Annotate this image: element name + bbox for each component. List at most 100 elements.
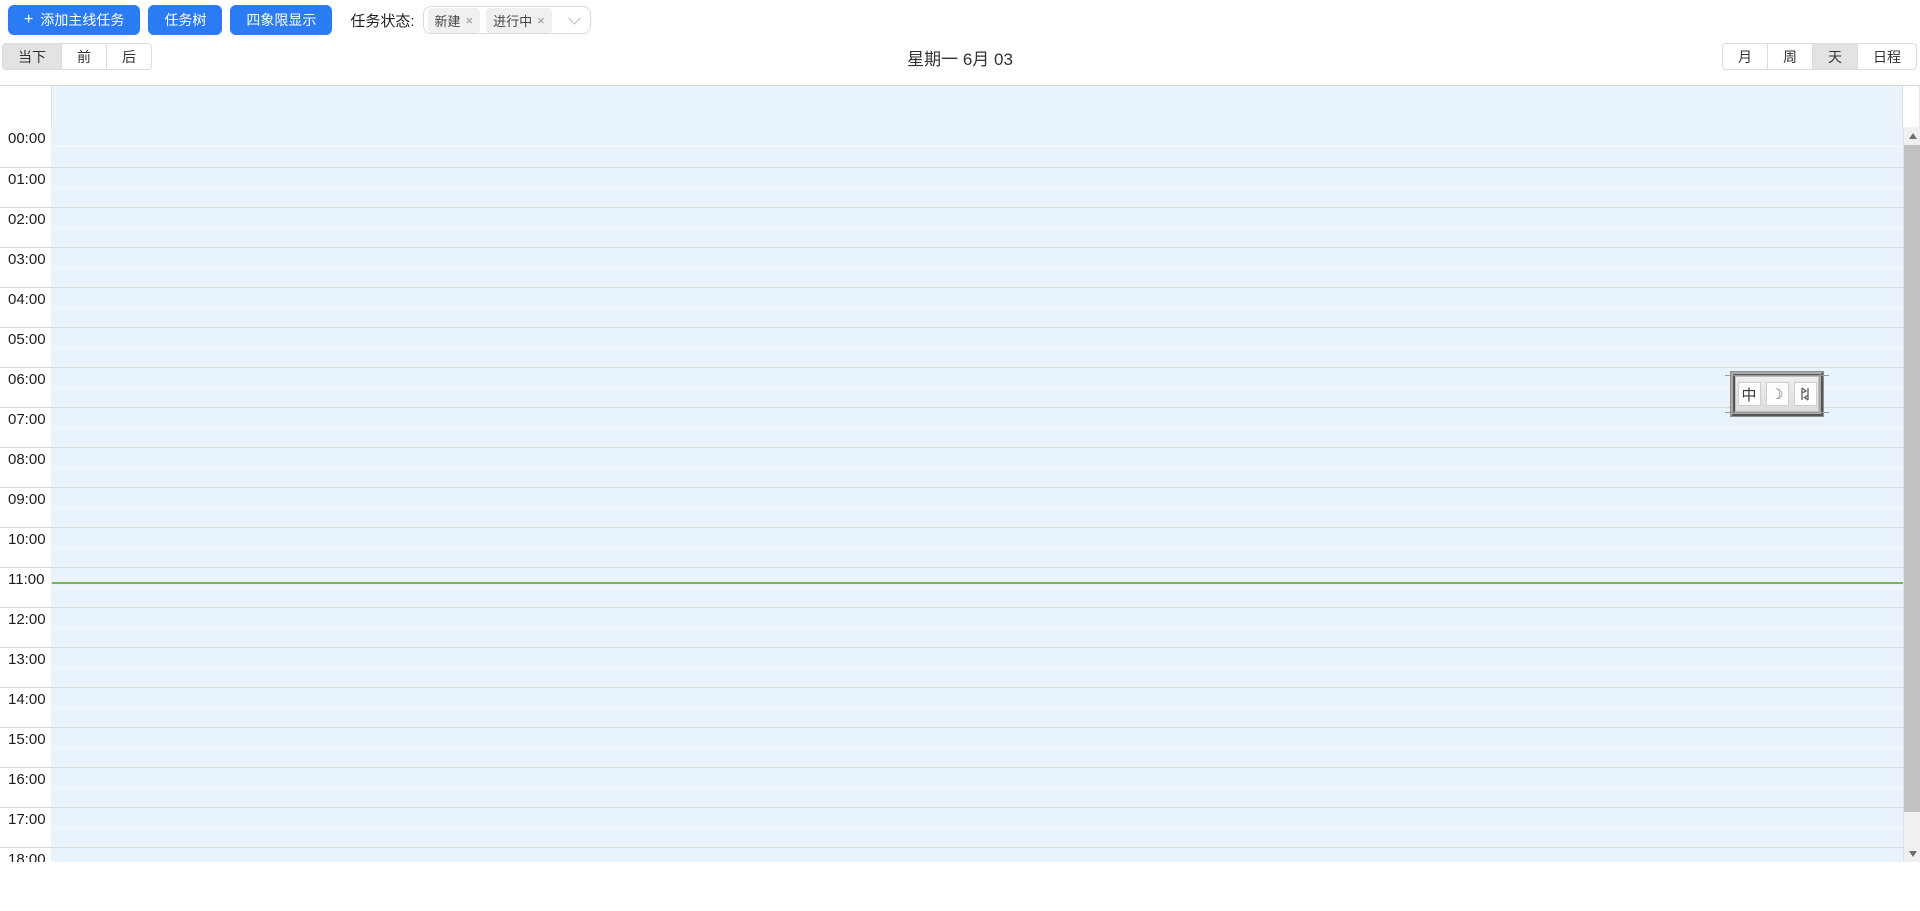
remove-tag-icon[interactable]: × [466, 14, 474, 27]
status-tag[interactable]: 新建 × [427, 7, 481, 33]
ime-fullwidth-button[interactable]: ☽ [1765, 382, 1789, 406]
hour-row: 14:00 [0, 687, 1903, 727]
quadrant-display-label: 四象限显示 [246, 12, 317, 28]
top-toolbar: + 添加主线任务 任务树 四象限显示 任务状态: 新建 × 进行中 × [0, 0, 1920, 40]
hour-row: 11:00 [0, 567, 1903, 607]
time-label: 09:00 [0, 488, 52, 527]
view-tab[interactable]: 日程 [1857, 43, 1917, 70]
scrollbar-corner [1903, 86, 1920, 127]
allday-cell[interactable] [52, 86, 1903, 127]
arrow-up-icon [1908, 132, 1917, 139]
time-label: 00:00 [0, 127, 52, 167]
chevron-down-icon[interactable] [567, 11, 581, 25]
hour-cell[interactable] [52, 688, 1903, 727]
allday-gutter [0, 86, 52, 127]
calendar-nav-row: 当下 前 后 星期一 6月 03 月周天日程 [0, 40, 1920, 74]
hour-cell[interactable] [52, 648, 1903, 687]
hour-row: 03:00 [0, 247, 1903, 287]
status-tag-label: 进行中 [493, 13, 533, 29]
plus-icon: + [24, 11, 34, 28]
task-tree-button[interactable]: 任务树 [148, 5, 223, 35]
hour-row: 04:00 [0, 287, 1903, 327]
hour-row: 18:00 [0, 847, 1903, 862]
hour-cell[interactable] [52, 208, 1903, 247]
time-label: 08:00 [0, 448, 52, 487]
allday-row [0, 86, 1920, 127]
hour-row: 12:00 [0, 607, 1903, 647]
status-tag[interactable]: 进行中 × [486, 7, 552, 33]
time-label: 13:00 [0, 648, 52, 687]
day-calendar: 00:00 01:00 02:00 03:00 04:00 05:00 06:00 07:00… [0, 85, 1920, 862]
scroll-down-button[interactable] [1904, 845, 1920, 862]
hour-row: 10:00 [0, 527, 1903, 567]
time-label: 12:00 [0, 608, 52, 647]
time-label: 16:00 [0, 768, 52, 807]
hour-rows: 00:00 01:00 02:00 03:00 04:00 05:00 06:00 07:00… [0, 127, 1903, 862]
time-label: 17:00 [0, 808, 52, 847]
hour-cell[interactable] [52, 528, 1903, 567]
time-label: 01:00 [0, 168, 52, 207]
time-grid-viewport: 00:00 01:00 02:00 03:00 04:00 05:00 06:00 07:00… [0, 127, 1920, 862]
scroll-up-button[interactable] [1904, 127, 1920, 144]
date-title: 星期一 6月 03 [907, 50, 1013, 69]
ime-mode-button[interactable]: 中 [1737, 382, 1761, 406]
current-time-indicator [52, 582, 1903, 584]
time-label: 04:00 [0, 288, 52, 327]
hour-cell[interactable] [52, 127, 1903, 167]
hour-cell[interactable] [52, 448, 1903, 487]
time-label: 18:00 [0, 848, 52, 862]
hour-row: 06:00 [0, 367, 1903, 407]
hour-cell[interactable] [52, 608, 1903, 647]
view-switcher-group: 月周天日程 [1722, 43, 1917, 70]
time-label: 02:00 [0, 208, 52, 247]
task-status-select[interactable]: 新建 × 进行中 × [422, 6, 591, 34]
time-label: 03:00 [0, 248, 52, 287]
hour-row: 09:00 [0, 487, 1903, 527]
time-label: 07:00 [0, 408, 52, 447]
hour-row: 17:00 [0, 807, 1903, 847]
arrow-down-icon [1908, 850, 1917, 857]
hour-cell[interactable] [52, 848, 1903, 862]
hour-cell[interactable] [52, 568, 1903, 607]
hour-row: 13:00 [0, 647, 1903, 687]
hour-row: 00:00 [0, 127, 1903, 167]
view-tab[interactable]: 月 [1722, 43, 1768, 70]
ime-mode-label: 中 [1741, 386, 1757, 404]
task-status-label: 任务状态: [350, 12, 415, 30]
ime-toolbar[interactable]: 中 ☽ [1725, 372, 1829, 416]
view-tab[interactable]: 天 [1812, 43, 1858, 70]
hour-row: 16:00 [0, 767, 1903, 807]
time-label: 15:00 [0, 728, 52, 767]
hour-cell[interactable] [52, 168, 1903, 207]
hour-cell[interactable] [52, 488, 1903, 527]
hour-cell[interactable] [52, 728, 1903, 767]
keyboard-icon [1801, 387, 1809, 401]
quadrant-display-button[interactable]: 四象限显示 [230, 5, 333, 35]
time-label: 14:00 [0, 688, 52, 727]
hour-row: 01:00 [0, 167, 1903, 207]
hour-cell[interactable] [52, 328, 1903, 367]
view-tab[interactable]: 周 [1767, 43, 1813, 70]
hour-row: 08:00 [0, 447, 1903, 487]
scrollbar-thumb[interactable] [1904, 145, 1920, 812]
hour-cell[interactable] [52, 368, 1903, 407]
task-tree-label: 任务树 [164, 12, 207, 28]
remove-tag-icon[interactable]: × [537, 14, 545, 27]
add-main-task-button[interactable]: + 添加主线任务 [8, 5, 141, 35]
hour-row: 02:00 [0, 207, 1903, 247]
hour-cell[interactable] [52, 768, 1903, 807]
hour-row: 07:00 [0, 407, 1903, 447]
hour-cell[interactable] [52, 248, 1903, 287]
hour-row: 05:00 [0, 327, 1903, 367]
vertical-scrollbar[interactable] [1903, 127, 1920, 862]
moon-icon: ☽ [1770, 385, 1784, 402]
time-label: 10:00 [0, 528, 52, 567]
hour-cell[interactable] [52, 288, 1903, 327]
add-main-task-label: 添加主线任务 [40, 12, 125, 28]
status-tag-label: 新建 [434, 13, 461, 29]
hour-row: 15:00 [0, 727, 1903, 767]
ime-keyboard-button[interactable] [1793, 382, 1817, 406]
time-label: 06:00 [0, 368, 52, 407]
hour-cell[interactable] [52, 808, 1903, 847]
hour-cell[interactable] [52, 408, 1903, 447]
